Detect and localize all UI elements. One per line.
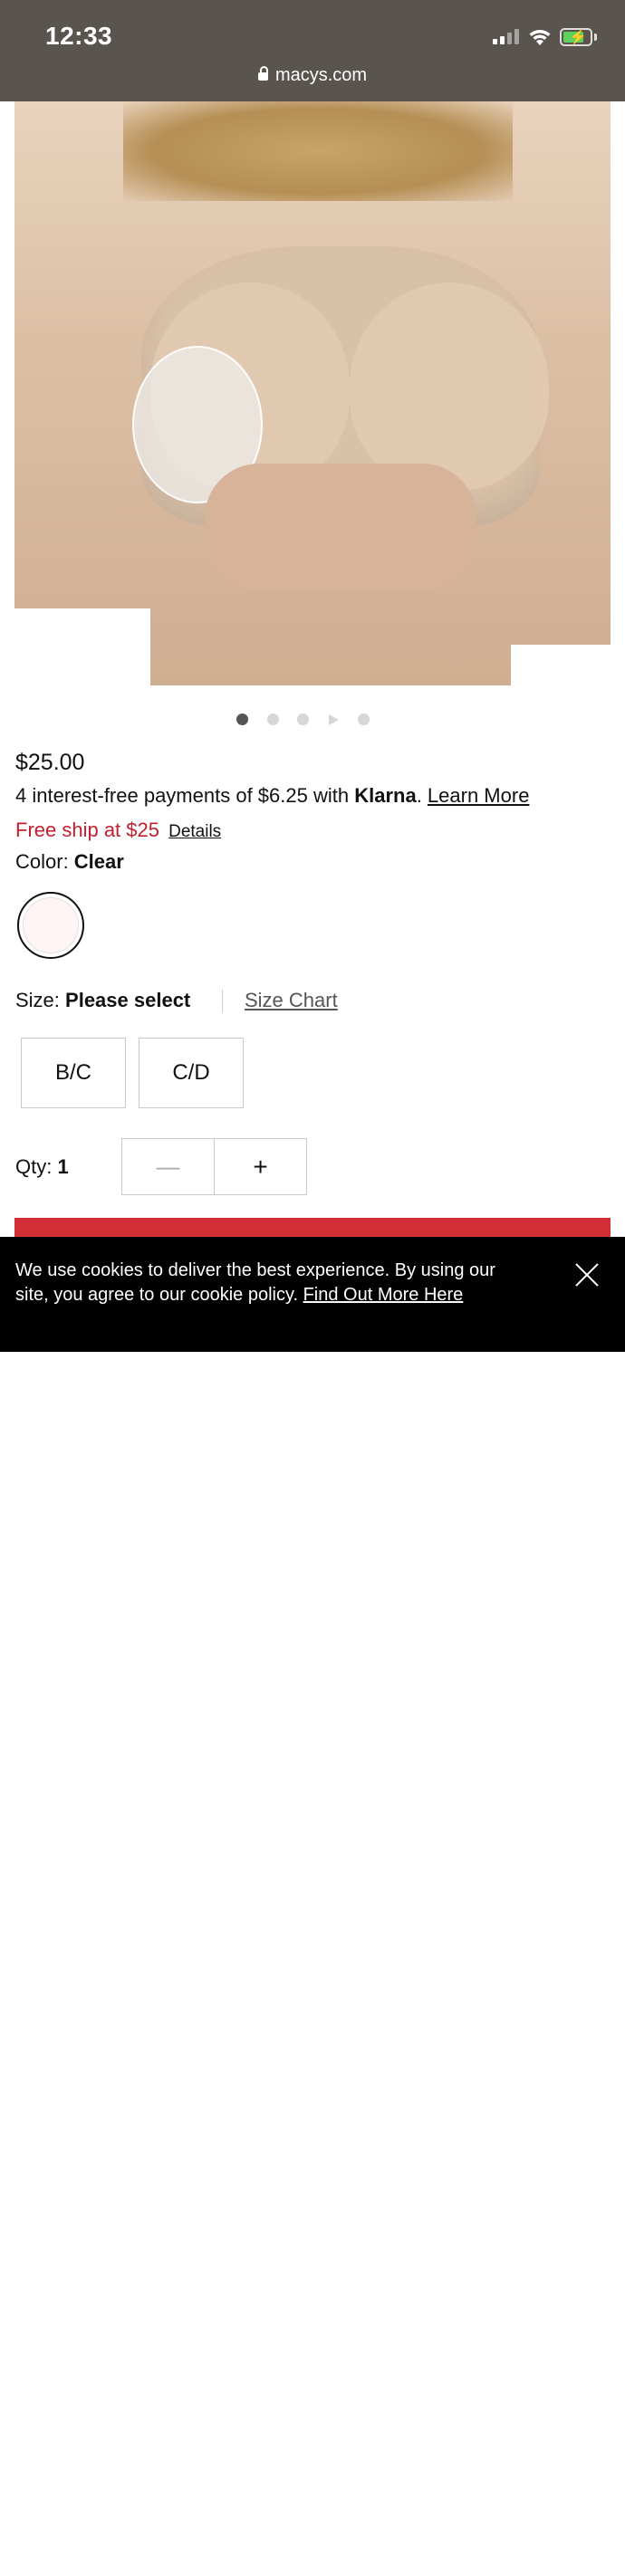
address-bar[interactable]: macys.com [0,65,625,86]
qty-value: 1 [57,1155,69,1178]
free-ship-text: Free ship at $25 [15,819,159,841]
color-swatch-clear[interactable] [17,892,84,959]
lock-icon [257,66,268,81]
size-label: Size: Please select [15,989,190,1012]
battery-icon: ⚡ [560,28,592,46]
product-image[interactable] [14,101,611,685]
color-label-text: Color: [15,850,74,873]
divider [222,990,223,1013]
qty-label-text: Qty: [15,1155,58,1178]
carousel-dot[interactable] [297,713,309,725]
product-price: $25.00 [15,750,85,775]
klarna-suffix: . [416,784,428,807]
klarna-logo: Klarna [354,784,417,807]
color-value: Clear [73,850,124,873]
klarna-installments: 4 interest-free payments of $6.25 with K… [15,784,529,808]
size-chart-link[interactable]: Size Chart [245,989,338,1012]
size-option-bc[interactable]: B/C [21,1038,126,1108]
size-label-text: Size: [15,989,66,1011]
carousel-dot[interactable] [358,713,370,725]
decrease-quantity-button[interactable]: — [122,1139,214,1194]
close-icon[interactable] [574,1262,600,1288]
home-indicator[interactable] [201,2569,424,2576]
wifi-icon [529,30,551,45]
carousel-dot[interactable] [236,713,248,725]
clock: 12:33 [45,22,113,50]
image-carousel-dots [0,713,625,728]
url-text: macys.com [274,65,368,85]
signal-icon [493,29,519,44]
klarna-prefix: 4 interest-free payments of $6.25 with [15,784,355,807]
shipping-details-link[interactable]: Details [168,822,221,841]
size-option-cd[interactable]: C/D [139,1038,244,1108]
status-bar: 12:33 ⚡ macys.com [0,0,625,101]
size-value: Please select [65,989,191,1011]
shipping-info: Free ship at $25 Details [15,819,221,842]
quantity-label: Qty: 1 [15,1155,69,1179]
battery-tip [594,34,597,41]
quantity-stepper: — + [121,1138,307,1195]
swatch-fill [23,897,79,953]
color-label: Color: Clear [15,850,124,874]
learn-more-link[interactable]: Learn More [428,784,530,807]
cookie-policy-link[interactable]: Find Out More Here [303,1285,464,1305]
carousel-dot[interactable] [267,713,279,725]
video-play-icon[interactable] [329,714,339,725]
cookie-message: We use cookies to deliver the best exper… [15,1259,505,1307]
increase-quantity-button[interactable]: + [215,1139,306,1194]
cookie-banner: We use cookies to deliver the best exper… [0,1237,625,2576]
